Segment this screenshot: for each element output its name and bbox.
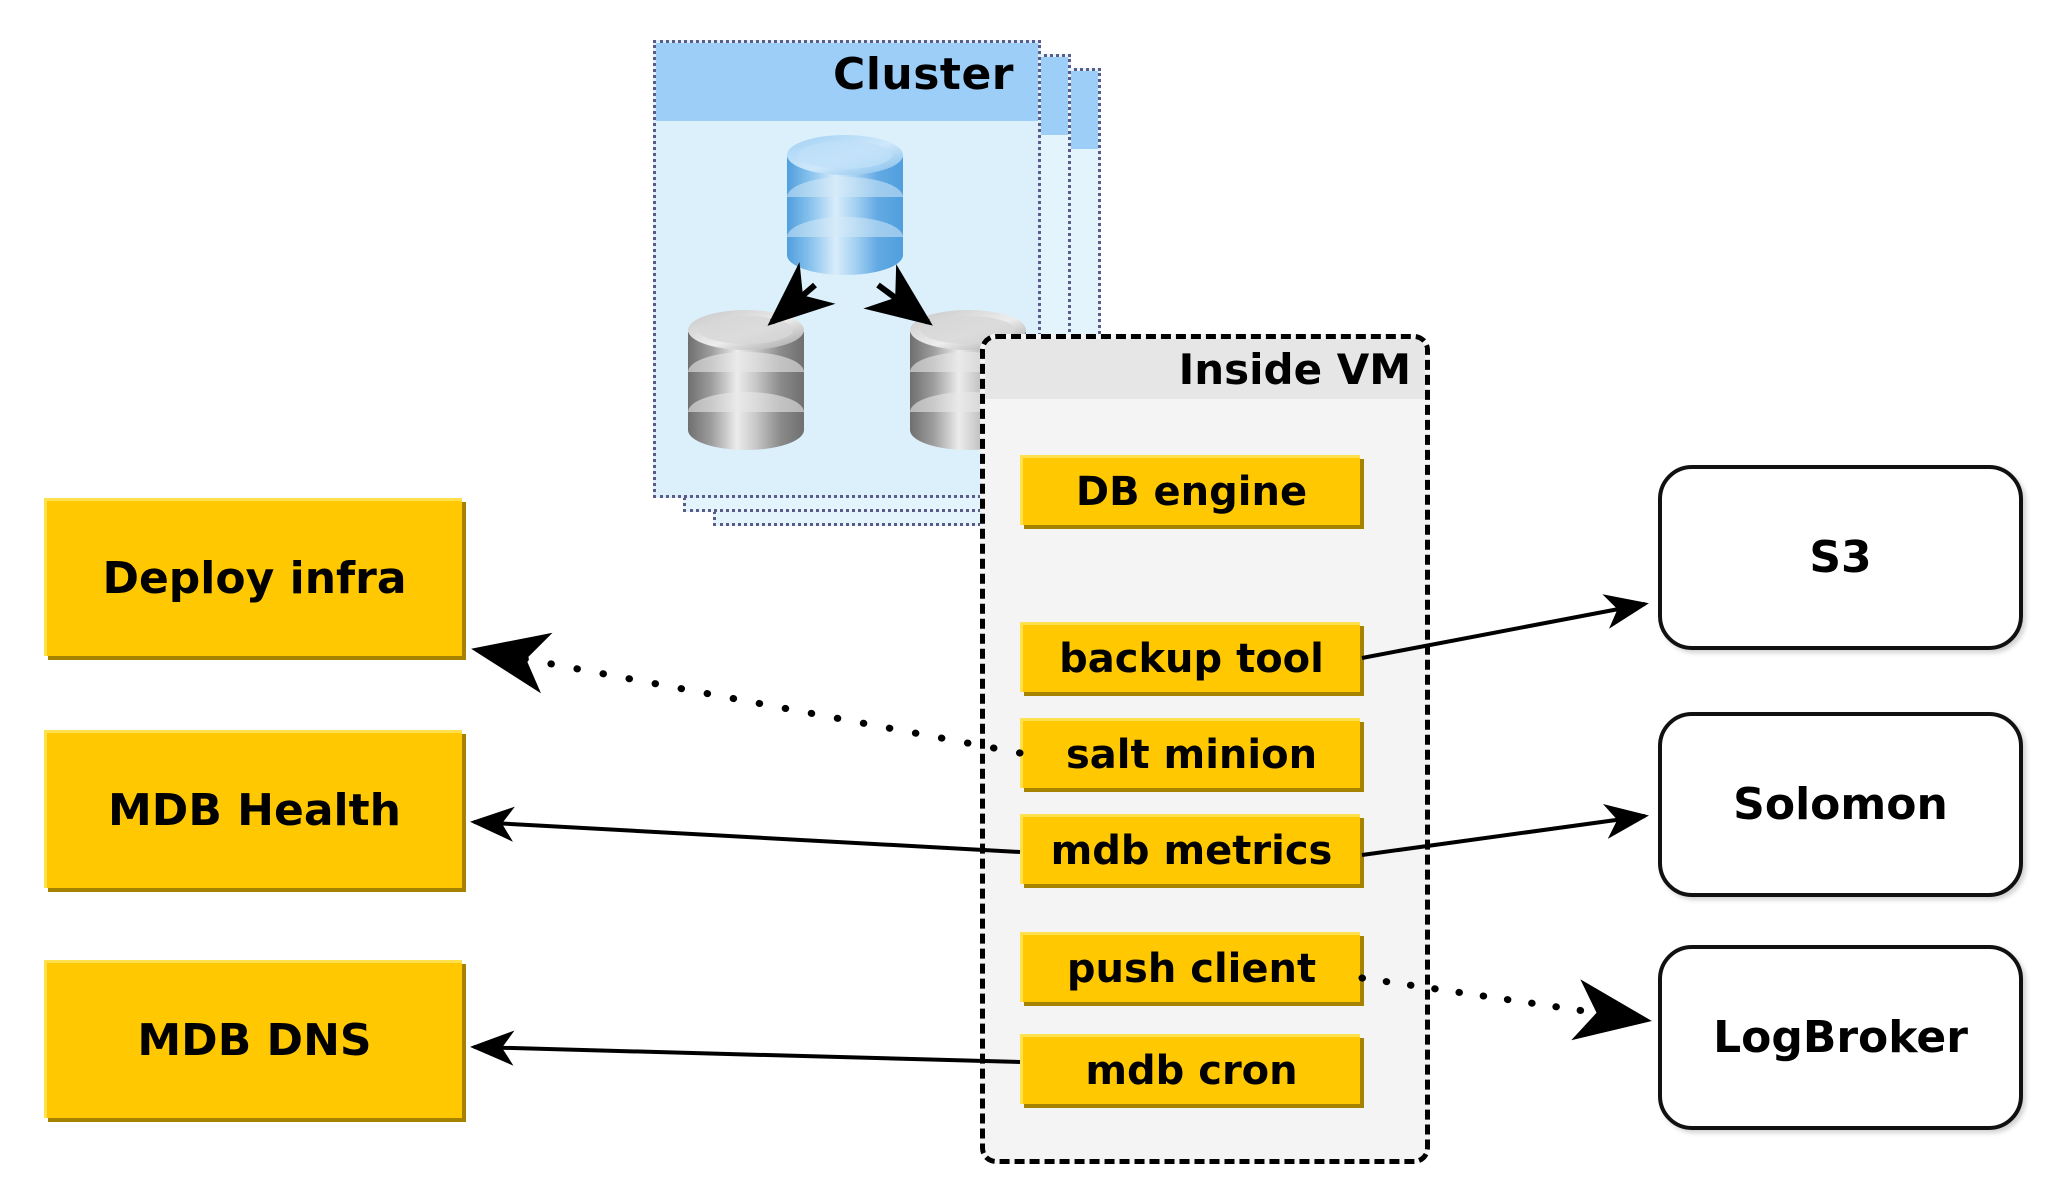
- vm-component-push-client[interactable]: push client: [1020, 932, 1360, 1002]
- external-service-label-s3: S3: [1809, 532, 1872, 583]
- service-label-deploy-infra: Deploy infra: [102, 553, 407, 604]
- vm-component-mdb-cron[interactable]: mdb cron: [1020, 1034, 1360, 1104]
- vm-component-label-mdb-metrics: mdb metrics: [1050, 827, 1333, 874]
- replica-database-left-icon: [683, 300, 809, 452]
- service-box-mdb-health[interactable]: MDB Health: [44, 730, 462, 888]
- external-service-solomon[interactable]: Solomon: [1658, 712, 2023, 897]
- external-service-label-solomon: Solomon: [1733, 779, 1948, 830]
- external-service-label-logbroker: LogBroker: [1713, 1012, 1968, 1063]
- vm-component-label-mdb-cron: mdb cron: [1085, 1047, 1298, 1094]
- vm-component-label-salt-minion: salt minion: [1065, 731, 1318, 778]
- vm-component-salt-minion[interactable]: salt minion: [1020, 718, 1360, 788]
- edge-salt-minion-to-deploy-infra: [471, 632, 1024, 757]
- cluster-title: Cluster: [833, 49, 1014, 100]
- master-database-icon: [782, 125, 908, 277]
- service-box-deploy-infra[interactable]: Deploy infra: [44, 498, 462, 656]
- inside-vm-title: Inside VM: [1178, 345, 1411, 394]
- vm-component-label-backup-tool: backup tool: [1059, 635, 1324, 682]
- service-label-mdb-dns: MDB DNS: [137, 1015, 372, 1066]
- edge-mdb-metrics-to-mdb-health: [470, 806, 1021, 854]
- vm-component-label-push-client: push client: [1066, 945, 1317, 992]
- vm-component-backup-tool[interactable]: backup tool: [1020, 622, 1360, 692]
- service-box-mdb-dns[interactable]: MDB DNS: [44, 960, 462, 1118]
- diagram-canvas: Cluster Deploy infra MDB Health MDB DNS …: [0, 0, 2048, 1186]
- vm-component-label-db-engine: DB engine: [1075, 468, 1308, 515]
- vm-component-db-engine[interactable]: DB engine: [1020, 455, 1360, 525]
- vm-component-mdb-metrics[interactable]: mdb metrics: [1020, 814, 1360, 884]
- service-label-mdb-health: MDB Health: [108, 785, 401, 836]
- external-service-s3[interactable]: S3: [1658, 465, 2023, 650]
- edge-mdb-cron-to-mdb-dns: [470, 1030, 1021, 1066]
- external-service-logbroker[interactable]: LogBroker: [1658, 945, 2023, 1130]
